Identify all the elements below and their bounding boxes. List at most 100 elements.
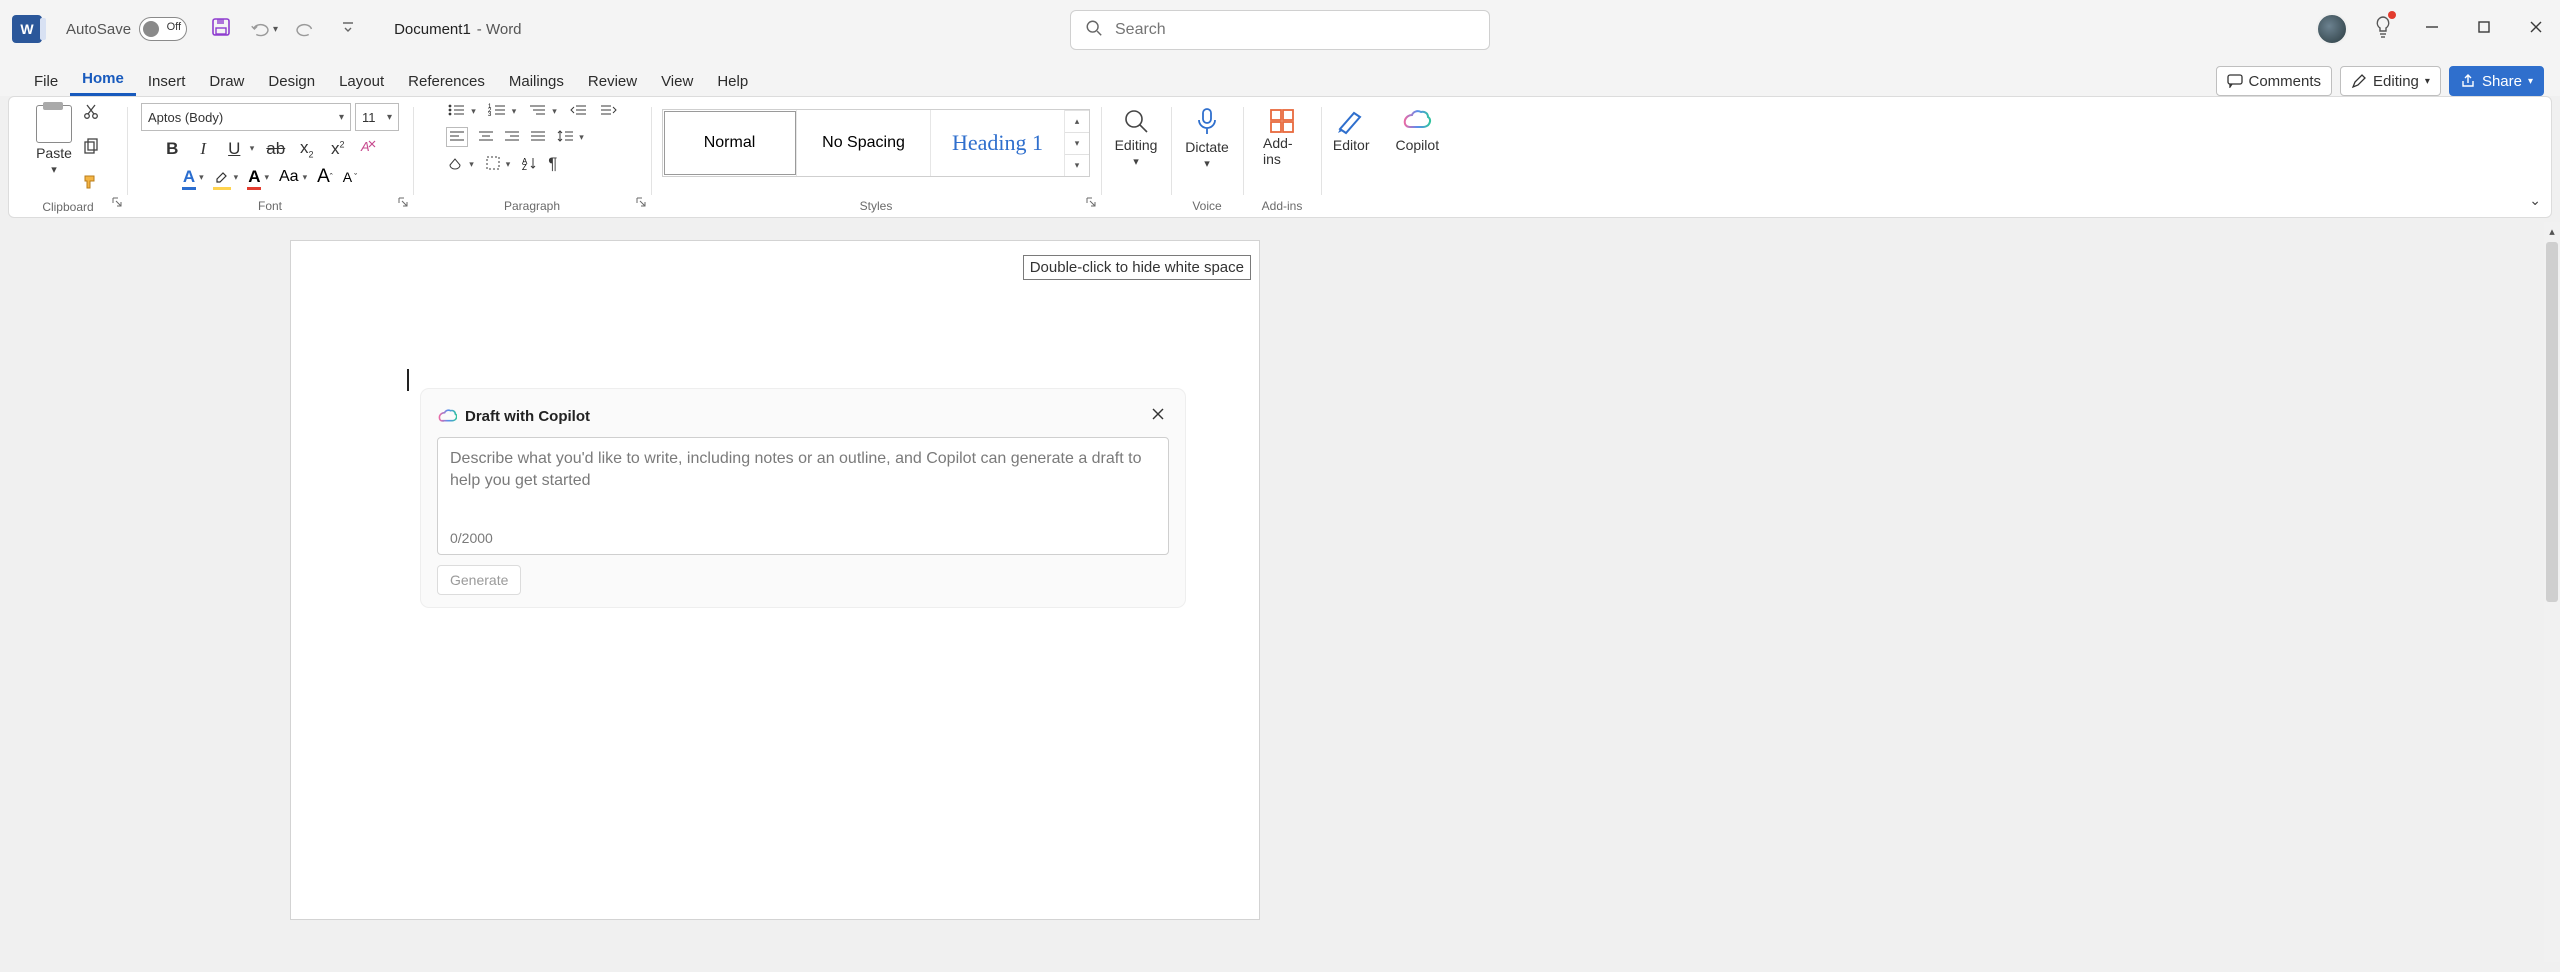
align-center-button[interactable] — [479, 129, 493, 145]
justify-button[interactable] — [531, 129, 545, 145]
save-icon[interactable] — [211, 17, 231, 42]
addins-button[interactable]: Add-ins — [1253, 103, 1311, 167]
page[interactable]: Double-click to hide white space Draft w… — [290, 240, 1260, 920]
strikethrough-button[interactable]: ab — [266, 139, 285, 159]
share-button[interactable]: Share ▾ — [2449, 66, 2544, 96]
numbering-button[interactable]: 123 — [488, 103, 506, 120]
maximize-button[interactable] — [2470, 13, 2498, 46]
dialog-launcher-icon[interactable] — [1086, 195, 1097, 213]
borders-button[interactable] — [486, 156, 500, 173]
styles-expand-icon[interactable]: ▾ — [1065, 154, 1089, 176]
dialog-launcher-icon[interactable] — [636, 195, 647, 213]
chevron-down-icon[interactable]: ▾ — [512, 106, 517, 117]
scroll-thumb[interactable] — [2546, 242, 2558, 602]
styles-scroll[interactable]: ▴ ▾ ▾ — [1065, 110, 1089, 176]
tab-mailings[interactable]: Mailings — [497, 67, 576, 96]
scroll-up-icon[interactable]: ▴ — [1065, 110, 1089, 132]
minimize-button[interactable] — [2418, 13, 2446, 46]
close-button[interactable] — [2522, 13, 2550, 46]
tips-icon[interactable] — [2372, 15, 2394, 44]
dictate-button[interactable]: Dictate ▾ — [1175, 103, 1239, 170]
font-family-combo[interactable]: Aptos (Body) ▾ — [141, 103, 351, 131]
scroll-up-icon[interactable]: ▴ — [2544, 222, 2560, 240]
show-marks-button[interactable]: ¶ — [548, 154, 557, 174]
italic-button[interactable]: I — [194, 139, 213, 159]
subscript-button[interactable]: x2 — [297, 138, 316, 159]
text-effects-button[interactable]: A — [183, 167, 195, 187]
qat-customize-icon[interactable] — [342, 20, 354, 39]
tab-draw[interactable]: Draw — [197, 67, 256, 96]
multilevel-list-button[interactable] — [528, 103, 546, 120]
style-heading-1[interactable]: Heading 1 — [931, 110, 1065, 176]
clear-formatting-icon[interactable]: A — [359, 137, 377, 160]
document-canvas[interactable]: Double-click to hide white space Draft w… — [0, 222, 2560, 972]
tab-help[interactable]: Help — [705, 67, 760, 96]
font-size-combo[interactable]: 11 ▾ — [355, 103, 399, 131]
autosave-toggle[interactable]: AutoSave Off — [66, 17, 187, 41]
close-icon[interactable] — [1147, 405, 1169, 427]
grow-font-button[interactable]: A — [317, 166, 330, 188]
chevron-down-icon[interactable]: ▾ — [199, 172, 204, 183]
dialog-launcher-icon[interactable] — [112, 195, 123, 213]
underline-button[interactable]: U — [225, 139, 244, 159]
chevron-down-icon[interactable]: ▾ — [469, 159, 474, 170]
chevron-down-icon[interactable]: ▾ — [273, 24, 278, 35]
increase-indent-button[interactable] — [599, 103, 617, 120]
chevron-down-icon[interactable]: ▾ — [1204, 157, 1210, 170]
font-color-button[interactable]: A — [248, 167, 260, 187]
chevron-down-icon[interactable]: ▾ — [1133, 155, 1139, 168]
superscript-button[interactable]: x2 — [328, 139, 347, 159]
chevron-down-icon[interactable]: ▾ — [579, 132, 584, 143]
sort-button[interactable]: AZ — [522, 156, 536, 173]
redo-button[interactable] — [296, 20, 316, 38]
tab-review[interactable]: Review — [576, 67, 649, 96]
chevron-down-icon[interactable]: ▾ — [51, 163, 57, 176]
highlight-button[interactable] — [214, 167, 230, 187]
editing-button[interactable]: Editing ▾ — [1105, 103, 1168, 168]
chevron-down-icon[interactable]: ▾ — [303, 172, 308, 183]
search-input[interactable] — [1115, 21, 1475, 39]
account-avatar[interactable] — [2316, 13, 2348, 45]
paste-button[interactable]: Paste ▾ — [36, 103, 72, 196]
align-right-button[interactable] — [505, 129, 519, 145]
generate-button[interactable]: Generate — [437, 565, 521, 595]
tab-design[interactable]: Design — [256, 67, 327, 96]
style-normal[interactable]: Normal — [663, 110, 797, 176]
autosave-switch[interactable]: Off — [139, 17, 187, 41]
copy-icon[interactable] — [82, 138, 100, 161]
ribbon-collapse-icon[interactable]: ⌄ — [2529, 192, 2541, 209]
bullets-button[interactable] — [447, 103, 465, 120]
decrease-indent-button[interactable] — [569, 103, 587, 120]
shrink-font-button[interactable]: A — [343, 169, 352, 185]
styles-gallery[interactable]: Normal No Spacing Heading 1 ▴ ▾ ▾ — [662, 109, 1090, 177]
change-case-button[interactable]: Aa — [279, 168, 299, 186]
copilot-prompt-input[interactable]: Describe what you'd like to write, inclu… — [437, 437, 1169, 555]
chevron-down-icon[interactable]: ▾ — [471, 106, 476, 117]
chevron-down-icon[interactable]: ▾ — [264, 172, 269, 183]
bold-button[interactable]: B — [163, 139, 182, 159]
cut-icon[interactable] — [82, 103, 100, 126]
copilot-button[interactable]: Copilot — [1386, 103, 1450, 153]
chevron-down-icon[interactable]: ▾ — [552, 106, 557, 117]
style-no-spacing[interactable]: No Spacing — [797, 110, 931, 176]
editing-mode-button[interactable]: Editing ▾ — [2340, 66, 2441, 96]
align-left-button[interactable] — [447, 128, 467, 146]
chevron-down-icon[interactable]: ▾ — [250, 143, 255, 154]
tab-home[interactable]: Home — [70, 64, 136, 96]
editor-button[interactable]: Editor — [1323, 103, 1380, 153]
line-spacing-button[interactable] — [557, 129, 573, 146]
comments-button[interactable]: Comments — [2216, 66, 2333, 96]
tab-layout[interactable]: Layout — [327, 67, 396, 96]
chevron-down-icon[interactable]: ▾ — [234, 172, 239, 183]
tab-view[interactable]: View — [649, 67, 705, 96]
undo-button[interactable]: ▾ — [249, 20, 278, 38]
scroll-down-icon[interactable]: ▾ — [1065, 132, 1089, 154]
document-title[interactable]: Document1 - Word — [394, 21, 521, 38]
search-box[interactable] — [1070, 10, 1490, 50]
format-painter-icon[interactable] — [82, 173, 100, 196]
dialog-launcher-icon[interactable] — [398, 195, 409, 213]
vertical-scrollbar[interactable]: ▴ — [2544, 222, 2560, 962]
tab-insert[interactable]: Insert — [136, 67, 198, 96]
chevron-down-icon[interactable]: ▾ — [506, 159, 511, 170]
tab-file[interactable]: File — [22, 67, 70, 96]
